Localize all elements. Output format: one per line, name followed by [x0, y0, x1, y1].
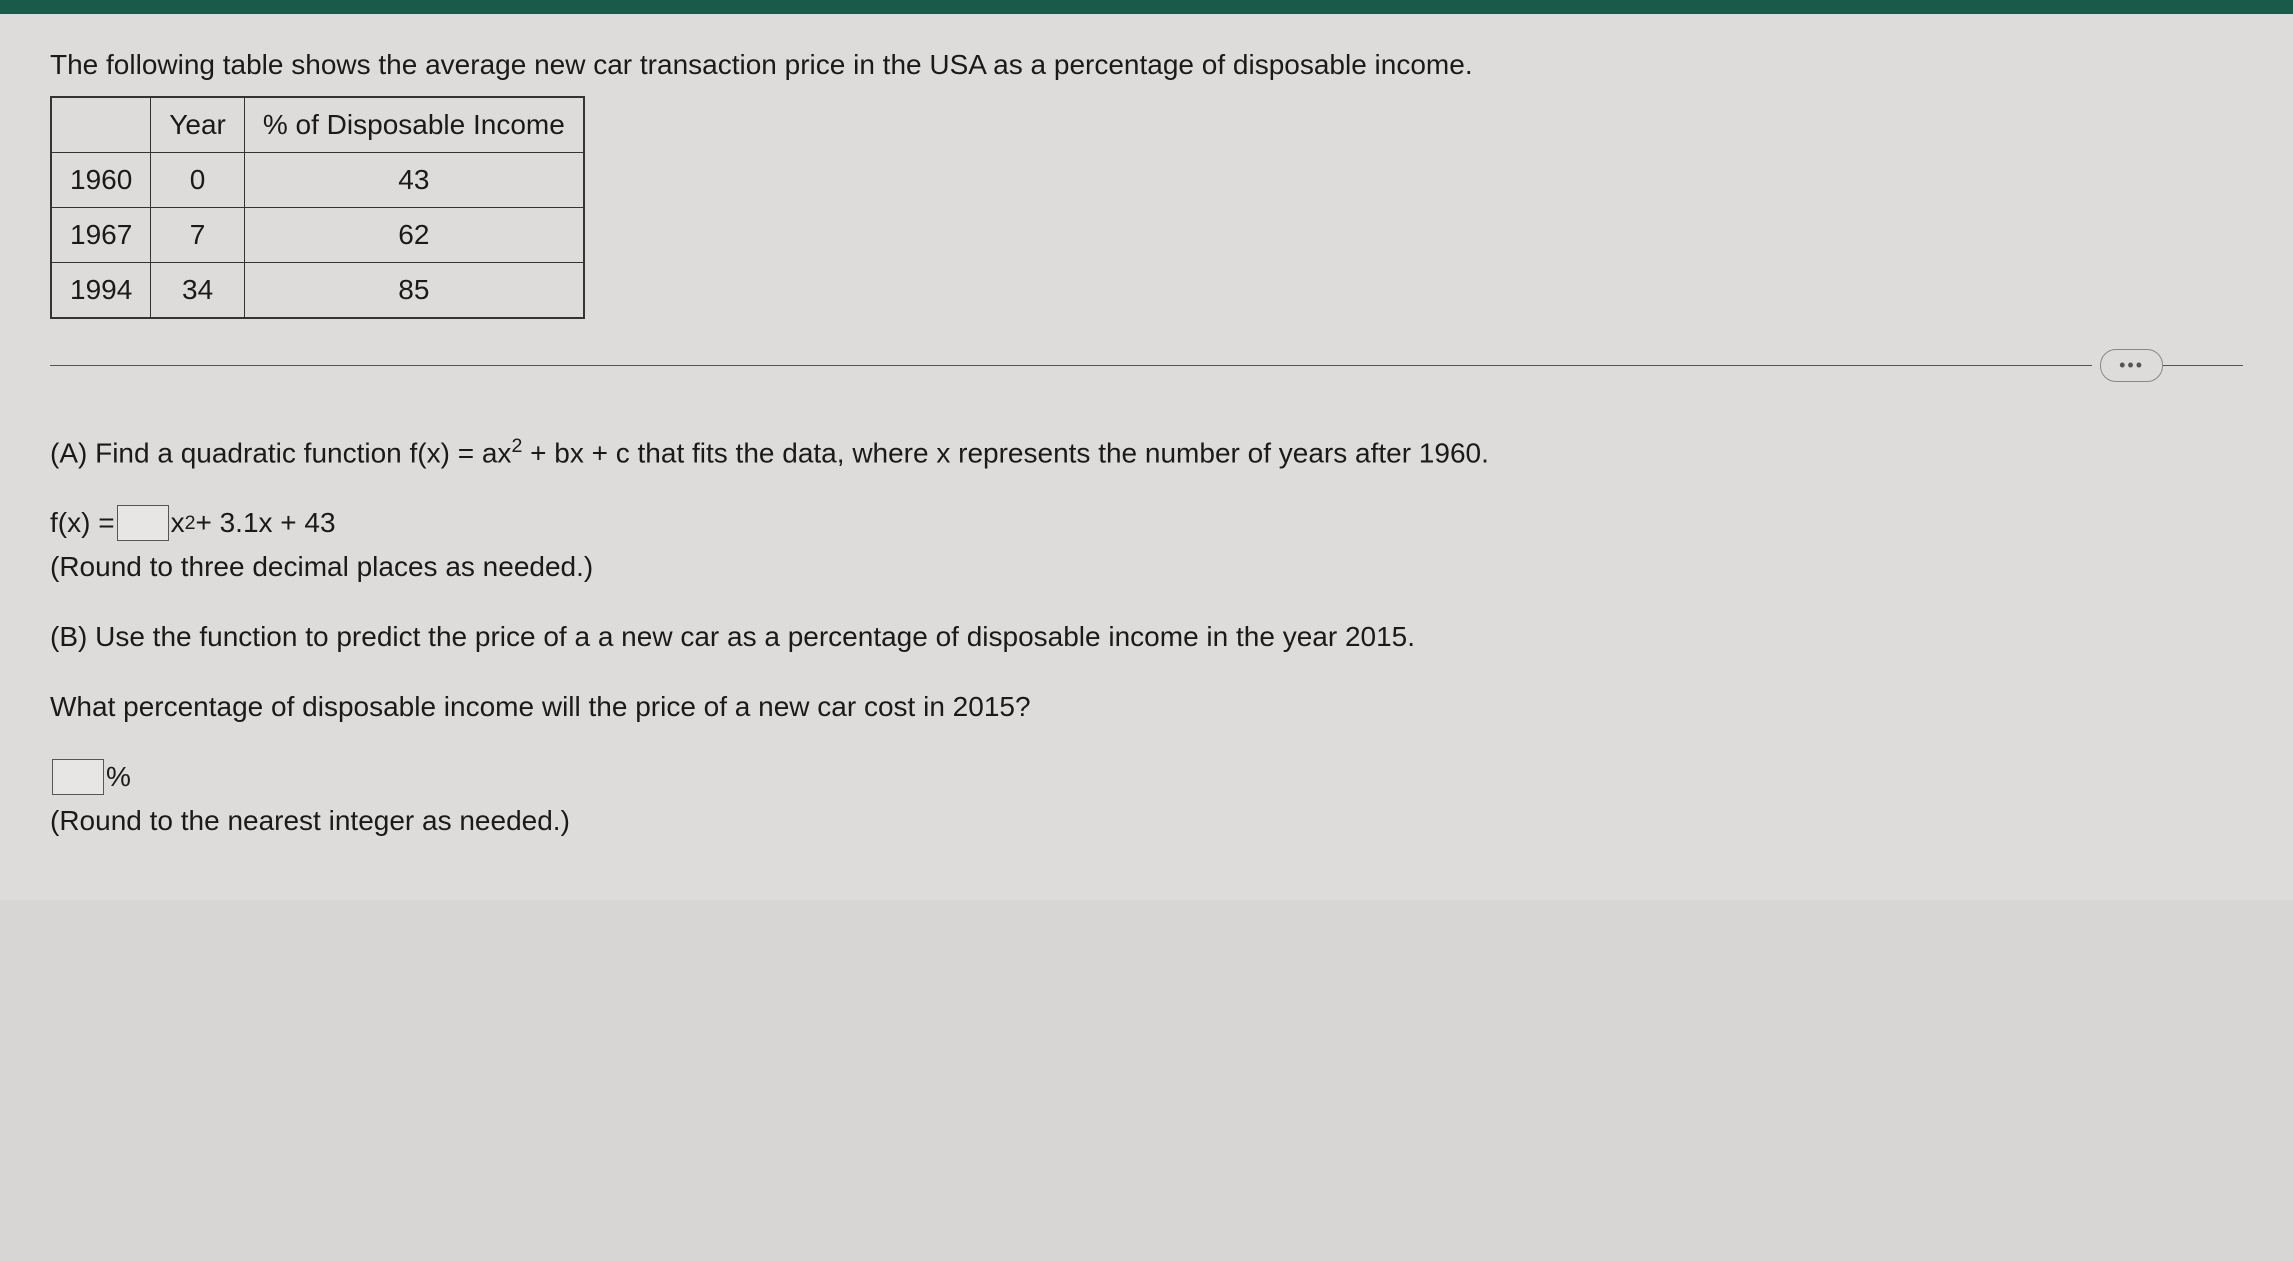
percent-unit: % [106, 756, 131, 798]
part-b-answer-line: % [50, 756, 2243, 798]
section-divider: ••• [50, 349, 2243, 382]
part-a-hint: (Round to three decimal places as needed… [50, 546, 2243, 588]
row-label: 1960 [51, 153, 151, 208]
row-label: 1994 [51, 263, 151, 319]
table-header-row: Year % of Disposable Income [51, 97, 584, 153]
row-year: 34 [151, 263, 245, 319]
exponent-2: 2 [511, 435, 522, 457]
header-year: Year [151, 97, 245, 153]
top-accent-bar [0, 0, 2293, 14]
part-a-suffix: + bx + c that fits the data, where x rep… [522, 437, 1489, 468]
header-pct: % of Disposable Income [244, 97, 583, 153]
table-row: 1960 0 43 [51, 153, 584, 208]
row-pct: 85 [244, 263, 583, 319]
coefficient-a-input[interactable] [117, 505, 169, 541]
row-pct: 43 [244, 153, 583, 208]
header-blank [51, 97, 151, 153]
divider-line [50, 365, 2092, 366]
expand-button[interactable]: ••• [2100, 349, 2163, 382]
part-a-formula: f(x) = x2 + 3.1x + 43 [50, 502, 2243, 544]
row-label: 1967 [51, 208, 151, 263]
row-pct: 62 [244, 208, 583, 263]
part-b-prompt: (B) Use the function to predict the pric… [50, 616, 2243, 658]
problem-content: The following table shows the average ne… [0, 14, 2293, 900]
divider-line-right [2163, 365, 2243, 366]
table-row: 1994 34 85 [51, 263, 584, 319]
formula-prefix: f(x) = [50, 502, 115, 544]
formula-mid: x [171, 502, 185, 544]
percentage-input[interactable] [52, 759, 104, 795]
part-a-prefix: (A) Find a quadratic function f(x) = ax [50, 437, 511, 468]
row-year: 7 [151, 208, 245, 263]
data-table: Year % of Disposable Income 1960 0 43 19… [50, 96, 585, 319]
table-row: 1967 7 62 [51, 208, 584, 263]
part-a-prompt: (A) Find a quadratic function f(x) = ax2… [50, 432, 2243, 474]
intro-text: The following table shows the average ne… [50, 44, 2243, 86]
part-b-hint: (Round to the nearest integer as needed.… [50, 800, 2243, 842]
exponent-2: 2 [185, 509, 196, 538]
part-b-question: What percentage of disposable income wil… [50, 686, 2243, 728]
formula-suffix: + 3.1x + 43 [195, 502, 335, 544]
row-year: 0 [151, 153, 245, 208]
